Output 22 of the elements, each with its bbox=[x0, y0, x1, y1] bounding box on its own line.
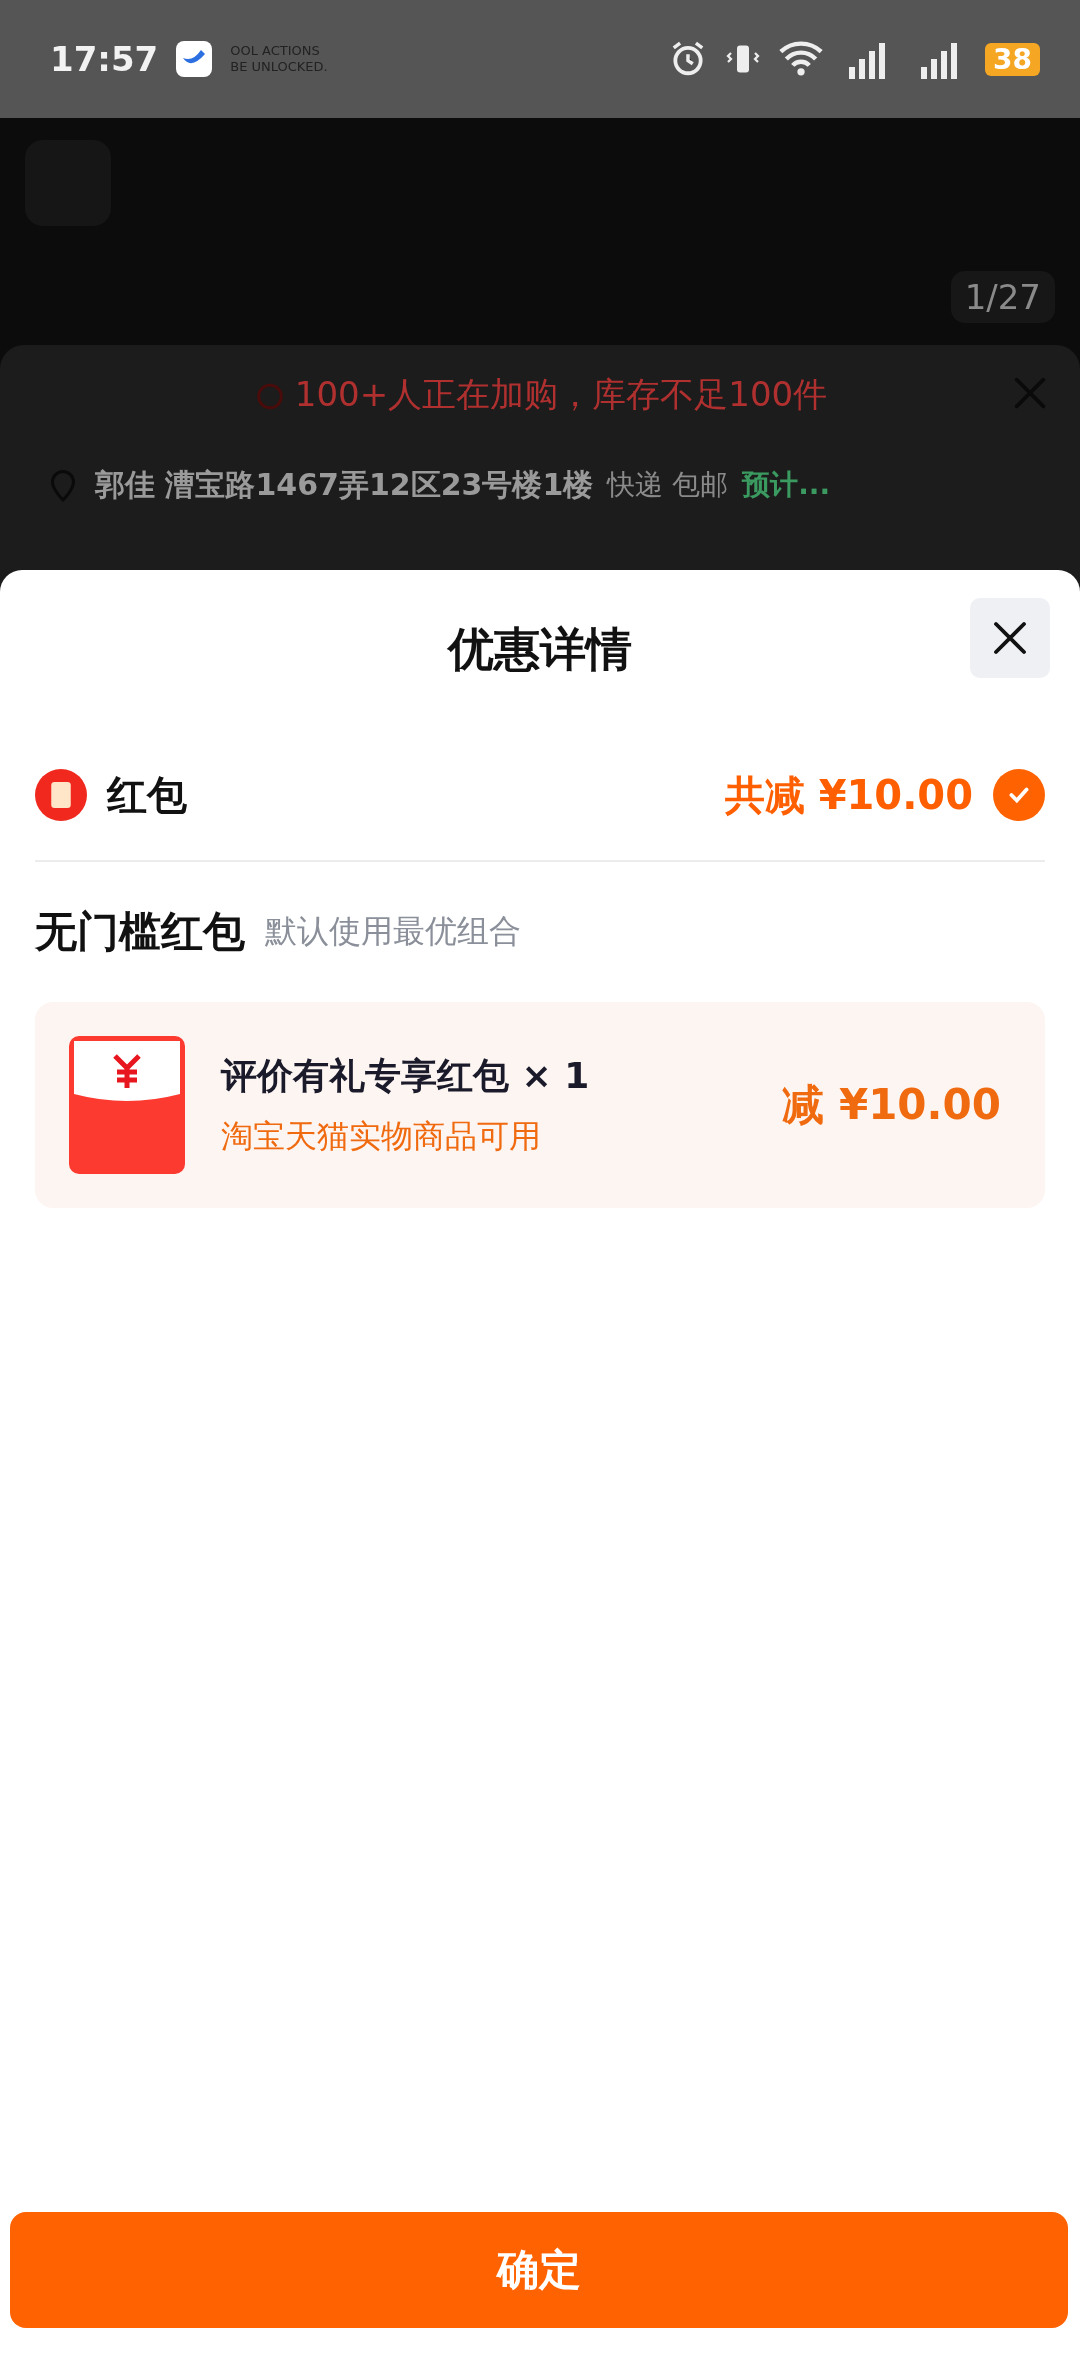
status-time: 17:57 bbox=[50, 39, 159, 79]
close-button[interactable] bbox=[970, 598, 1050, 678]
section-title: 无门槛红包 bbox=[35, 906, 245, 958]
coupon-name: 评价有礼专享红包 × 1 bbox=[221, 1053, 591, 1098]
battery-level: 38 bbox=[985, 42, 1040, 76]
total-discount: 共减 ¥10.00 bbox=[724, 770, 973, 820]
stock-alert-text: 100+人正在加购，库存不足100件 bbox=[294, 373, 828, 416]
app-icon bbox=[176, 41, 213, 77]
wifi-icon bbox=[779, 40, 824, 78]
envelope-icon bbox=[35, 769, 87, 821]
coupon-scope: 淘宝天猫实物商品可用 bbox=[221, 1115, 542, 1157]
packet-label: 红包 bbox=[107, 770, 187, 820]
coupon-envelope-icon bbox=[69, 1036, 185, 1174]
delivery-estimate: 预计... bbox=[742, 467, 831, 503]
checkbox[interactable] bbox=[993, 769, 1045, 821]
address-text: 郭佳 漕宝路1467弄12区23号楼1楼 bbox=[95, 465, 594, 504]
section-hint: 默认使用最优组合 bbox=[265, 911, 521, 952]
sheet-title: 优惠详情 bbox=[448, 621, 632, 678]
image-counter: 1/27 bbox=[950, 271, 1055, 323]
confirm-button[interactable]: 确定 bbox=[10, 2212, 1068, 2328]
coupon-discount: 减 ¥10.00 bbox=[782, 1079, 1001, 1131]
shipping-text: 快递 包邮 bbox=[607, 467, 729, 503]
